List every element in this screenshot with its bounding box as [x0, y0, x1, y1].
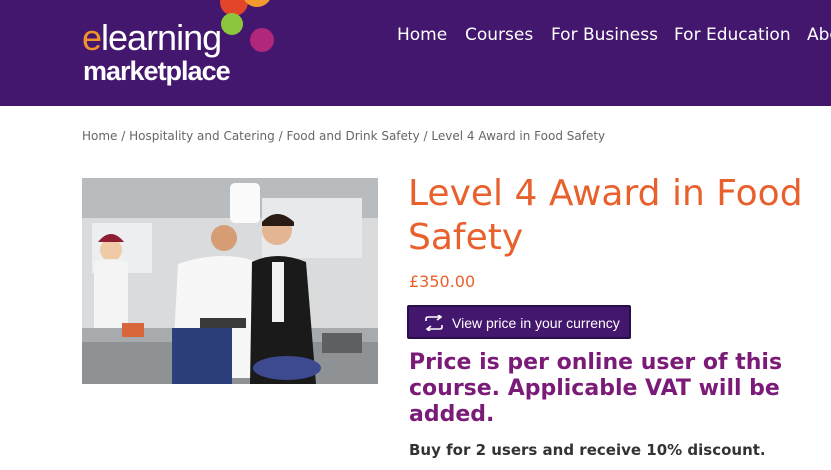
price-note: Price is per online user of this course.… — [409, 350, 783, 427]
product-image[interactable] — [82, 178, 378, 384]
nav-for-education[interactable]: For Education — [674, 24, 791, 46]
nav-about[interactable]: About — [807, 24, 831, 46]
currency-button-label: View price in your currency — [452, 315, 620, 331]
breadcrumb-separator: / — [278, 129, 283, 143]
kitchen-chefs-photo-icon — [82, 178, 378, 384]
site-header: elearning marketplace Home Courses For B… — [0, 0, 831, 106]
site-logo[interactable]: elearning marketplace — [82, 0, 292, 100]
discount-text: Buy for 2 users and receive 10% discount… — [409, 441, 766, 459]
view-price-currency-button[interactable]: View price in your currency — [407, 305, 631, 339]
exchange-arrows-icon — [425, 315, 443, 331]
nav-courses[interactable]: Courses — [465, 24, 533, 46]
nav-home[interactable]: Home — [397, 24, 447, 46]
nav-for-business[interactable]: For Business — [551, 24, 658, 46]
logo-bubbles-icon — [220, 0, 274, 52]
breadcrumb-separator: / — [423, 129, 428, 143]
product-price: £350.00 — [409, 272, 476, 291]
breadcrumb: Home / Hospitality and Catering / Food a… — [82, 128, 605, 144]
breadcrumb-hospitality-catering[interactable]: Hospitality and Catering — [129, 129, 275, 143]
breadcrumb-home[interactable]: Home — [82, 129, 117, 143]
breadcrumb-separator: / — [121, 129, 126, 143]
breadcrumb-current: Level 4 Award in Food Safety — [431, 129, 606, 143]
logo-wordmark-bottom: marketplace — [83, 56, 231, 86]
breadcrumb-food-drink-safety[interactable]: Food and Drink Safety — [286, 129, 419, 143]
product-title: Level 4 Award in Food Safety — [408, 173, 803, 258]
logo-wordmark-top: elearning — [82, 17, 222, 58]
